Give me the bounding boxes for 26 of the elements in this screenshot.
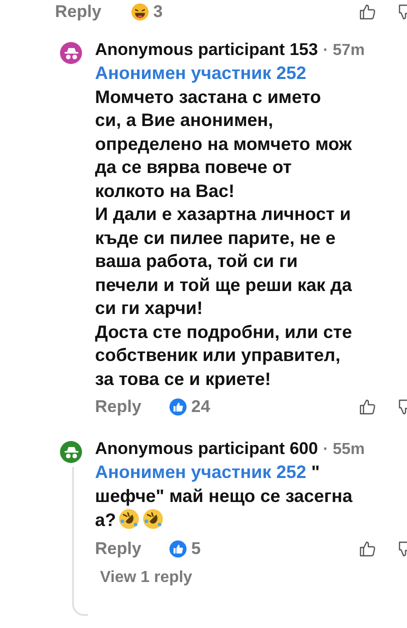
rolling-laughing-emoji-icon [142, 508, 164, 530]
like-reaction-icon [169, 398, 188, 416]
thumbs-up-icon [359, 3, 377, 21]
reaction-count: 24 [169, 397, 210, 417]
like-reaction-icon [169, 540, 188, 558]
like-button[interactable] [359, 540, 377, 558]
author-name: Anonymous participant 600 [95, 439, 318, 459]
thumbs-up-icon [359, 398, 377, 416]
incognito-icon [64, 446, 78, 458]
comment-text: Анонимен участник 252 " шефче" май нещо се засегна а? [95, 461, 354, 532]
reaction-count: 3 [131, 2, 163, 22]
comment-text: Анонимен участник 252 Момчето застана с името си, а Вие анонимен, определено на момчето мож да се вярва повече от колкото на Вас! И дали е хазартна личност и къде си пилее парите, не е ваша работа, той си ги печели и той ще реши как да си ги харчи! Доста сте подробни, или сте собственик или управител, за това се и криете! [95, 62, 353, 391]
reply-link[interactable]: Reply [95, 397, 142, 417]
view-replies-link[interactable]: View 1 reply [100, 568, 407, 586]
like-button[interactable] [359, 398, 377, 416]
thumbs-up-icon [359, 540, 377, 558]
comment-time: · 57m [322, 42, 365, 60]
laughing-emoji-icon [131, 3, 150, 21]
reaction-count: 5 [169, 538, 201, 558]
author-name: Anonymous participant 153 [95, 40, 318, 60]
reply-link[interactable]: Reply [95, 538, 142, 558]
incognito-icon [64, 46, 78, 60]
reply-link[interactable]: Reply [55, 2, 102, 22]
like-button[interactable] [359, 3, 377, 21]
comment-time: · 55m [322, 441, 365, 459]
rolling-laughing-emoji-icon [118, 508, 140, 530]
